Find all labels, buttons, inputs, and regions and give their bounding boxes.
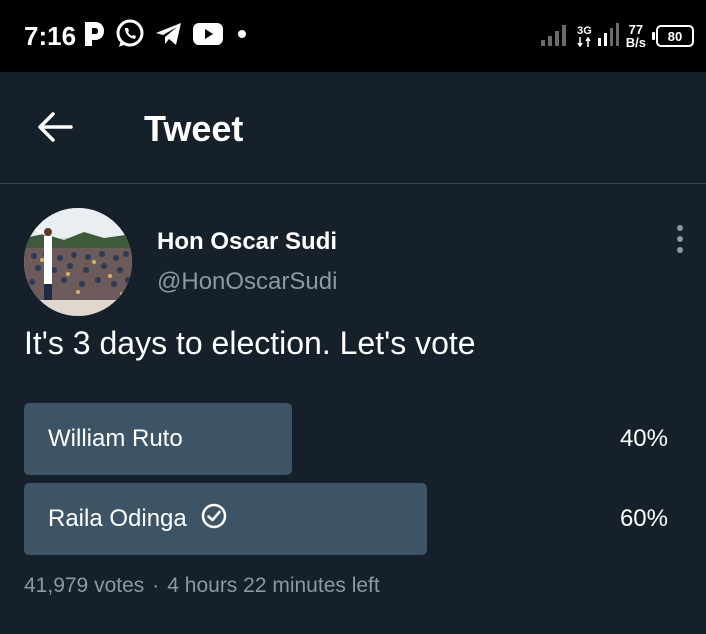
page-title: Tweet bbox=[144, 108, 244, 149]
parking-app-icon bbox=[82, 20, 106, 53]
tweet-text: It's 3 days to election. Let's vote bbox=[24, 325, 476, 361]
poll-footer: 41,979 votes · 4 hours 22 minutes left bbox=[24, 572, 380, 600]
youtube-icon bbox=[192, 22, 224, 51]
check-circle-icon bbox=[201, 503, 227, 536]
vertical-ellipsis-icon bbox=[676, 224, 684, 259]
app-header: Tweet bbox=[0, 72, 706, 184]
poll-separator: · bbox=[152, 574, 160, 597]
battery-cap bbox=[652, 32, 655, 40]
more-notifications-dot-icon bbox=[232, 24, 252, 49]
poll-option-william-ruto[interactable]: William Ruto 40% bbox=[24, 403, 676, 475]
author-name[interactable]: Hon Oscar Sudi bbox=[157, 228, 337, 256]
more-options-button[interactable] bbox=[664, 224, 696, 258]
battery-icon: 80 bbox=[652, 25, 694, 47]
signal-strength-2-icon bbox=[597, 22, 620, 51]
arrow-left-icon bbox=[37, 111, 73, 148]
status-right: 3G 77 B/s 80 bbox=[541, 16, 694, 56]
battery-level: 80 bbox=[656, 25, 694, 47]
mobile-data-icon: 3G bbox=[577, 24, 592, 47]
poll-option-percent: 40% bbox=[619, 425, 668, 452]
poll-time-left: 4 hours 22 minutes left bbox=[167, 574, 380, 597]
network-speed-unit: B/s bbox=[625, 35, 646, 50]
signal-strength-icon bbox=[541, 22, 571, 51]
status-bar: 7:16 3G 77 B/s 80 bbox=[0, 0, 706, 72]
poll-option-label-container: Raila Odinga bbox=[48, 483, 227, 555]
poll-option-percent: 60% bbox=[619, 505, 668, 532]
notification-icons bbox=[82, 18, 252, 54]
poll-option-label-container: William Ruto bbox=[48, 403, 183, 475]
poll-vote-count: 41,979 votes bbox=[24, 574, 145, 597]
poll-option-raila-odinga[interactable]: Raila Odinga 60% bbox=[24, 483, 676, 555]
telegram-icon bbox=[154, 20, 184, 53]
status-time: 7:16 bbox=[24, 21, 77, 51]
poll-option-label: Raila Odinga bbox=[48, 505, 187, 532]
whatsapp-icon bbox=[114, 18, 146, 55]
network-type-label: 3G bbox=[577, 24, 592, 37]
back-button[interactable] bbox=[34, 108, 76, 150]
poll-option-label: William Ruto bbox=[48, 425, 183, 452]
author-handle[interactable]: @HonOscarSudi bbox=[157, 268, 337, 296]
avatar[interactable] bbox=[24, 208, 132, 316]
network-speed: 77 B/s bbox=[626, 23, 646, 49]
